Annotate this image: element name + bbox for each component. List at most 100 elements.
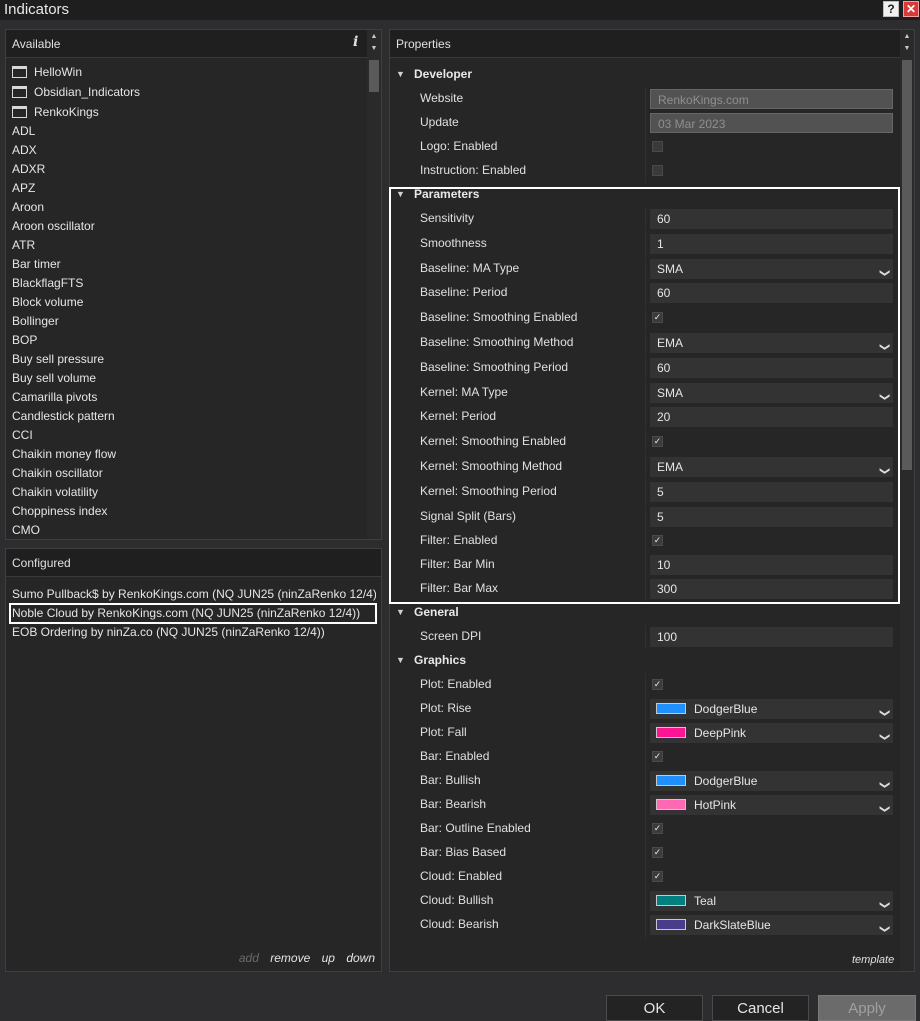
property-dropdown[interactable]: EMA ❯ <box>650 457 893 477</box>
indicator-item[interactable]: Camarilla pivots <box>6 388 366 407</box>
column-divider <box>645 840 646 865</box>
indicator-item[interactable]: ADX <box>6 141 366 160</box>
indicator-item[interactable]: BlackflagFTS <box>6 274 366 293</box>
available-list[interactable]: HelloWin Obsidian_Indicators RenkoKings AD… <box>6 62 366 567</box>
properties-scrollbar[interactable]: ▲ ▼ <box>900 30 914 971</box>
property-value-input[interactable]: 5 <box>650 481 893 502</box>
property-color-dropdown[interactable]: HotPink ❯ <box>650 794 893 815</box>
property-label: Plot: Rise <box>420 700 472 715</box>
indicator-item[interactable]: Bar timer <box>6 255 366 274</box>
property-checkbox[interactable]: ✓ <box>652 678 663 690</box>
indicator-item[interactable]: ADXR <box>6 160 366 179</box>
indicator-item[interactable]: Bollinger <box>6 312 366 331</box>
color-name: DarkSlateBlue <box>694 917 771 932</box>
indicator-item[interactable]: Chaikin oscillator <box>6 464 366 483</box>
property-value-input[interactable]: 60 <box>650 209 893 229</box>
scroll-down-icon[interactable]: ▼ <box>367 43 381 55</box>
folder-item[interactable]: RenkoKings <box>6 102 366 122</box>
property-row: Bar: Bullish DodgerBlue ❯ <box>390 768 900 793</box>
property-checkbox[interactable]: ✓ <box>652 750 663 762</box>
property-checkbox[interactable]: ✓ <box>652 312 663 324</box>
indicator-item[interactable]: Candlestick pattern <box>6 407 366 426</box>
property-color-dropdown[interactable]: DarkSlateBlue ❯ <box>650 914 893 935</box>
indicator-item[interactable]: Chaikin money flow <box>6 445 366 464</box>
indicator-item[interactable]: Buy sell pressure <box>6 350 366 369</box>
property-dropdown[interactable]: SMA ❯ <box>650 382 893 403</box>
collapse-arrow-icon[interactable]: ▼ <box>396 69 405 79</box>
property-value-input[interactable]: 100 <box>650 626 893 647</box>
property-color-dropdown[interactable]: DodgerBlue ❯ <box>650 770 893 791</box>
indicator-item[interactable]: CCI <box>6 426 366 445</box>
indicator-item[interactable]: ADL <box>6 122 366 141</box>
indicator-item[interactable]: Chaikin volatility <box>6 483 366 502</box>
property-checkbox[interactable] <box>652 141 663 152</box>
configured-item[interactable]: EOB Ordering by ninZa.co (NQ JUN25 (ninZ… <box>10 623 376 642</box>
property-checkbox[interactable] <box>652 165 663 176</box>
property-value-input[interactable]: 10 <box>650 554 893 575</box>
category-developer[interactable]: ▼ Developer <box>390 63 900 87</box>
down-link[interactable]: down <box>346 951 375 965</box>
indicator-item[interactable]: ATR <box>6 236 366 255</box>
chevron-down-icon: ❯ <box>878 780 890 789</box>
template-link[interactable]: template <box>852 954 894 966</box>
column-divider <box>645 528 646 553</box>
properties-header: Properties <box>390 30 914 58</box>
configured-item[interactable]: Sumo Pullback$ by RenkoKings.com (NQ JUN… <box>10 585 376 604</box>
column-divider <box>645 159 646 183</box>
indicator-item[interactable]: CMO <box>6 521 366 540</box>
close-button[interactable]: ✕ <box>903 1 919 17</box>
property-checkbox[interactable]: ✓ <box>652 822 663 834</box>
indicator-item[interactable]: Aroon <box>6 198 366 217</box>
apply-button[interactable]: Apply <box>818 995 916 1021</box>
indicator-item[interactable]: Aroon oscillator <box>6 217 366 236</box>
configured-item[interactable]: Noble Cloud by RenkoKings.com (NQ JUN25 … <box>9 603 377 624</box>
property-value-input[interactable]: 20 <box>650 407 893 428</box>
indicator-item[interactable]: BOP <box>6 331 366 350</box>
indicator-item[interactable]: Buy sell volume <box>6 369 366 388</box>
category-parameters[interactable]: ▼ Parameters <box>390 183 900 207</box>
available-scrollbar[interactable]: ▲ ▼ <box>367 30 381 539</box>
property-checkbox[interactable]: ✓ <box>652 870 663 882</box>
color-name: DodgerBlue <box>694 701 758 716</box>
category-graphics[interactable]: ▼ Graphics <box>390 649 900 673</box>
ok-button[interactable]: OK <box>606 995 703 1021</box>
category-general[interactable]: ▼ General <box>390 601 900 625</box>
configured-list[interactable]: Sumo Pullback$ by RenkoKings.com (NQ JUN… <box>9 585 377 642</box>
property-checkbox[interactable]: ✓ <box>652 846 663 858</box>
folder-item[interactable]: Obsidian_Indicators <box>6 82 366 102</box>
property-label: Baseline: MA Type <box>420 260 520 275</box>
scroll-up-icon[interactable]: ▲ <box>367 31 381 43</box>
property-checkbox[interactable]: ✓ <box>652 436 663 448</box>
scroll-thumb[interactable] <box>369 60 379 92</box>
property-dropdown[interactable]: SMA ❯ <box>650 258 893 279</box>
property-color-dropdown[interactable]: DeepPink ❯ <box>650 722 893 743</box>
property-value-input[interactable]: 60 <box>650 283 893 304</box>
indicator-item[interactable]: APZ <box>6 179 366 198</box>
property-value-input[interactable]: 60 <box>650 357 893 378</box>
indicator-item[interactable]: Choppiness index <box>6 502 366 521</box>
property-dropdown[interactable]: EMA ❯ <box>650 333 893 353</box>
collapse-arrow-icon[interactable]: ▼ <box>396 189 405 199</box>
up-link[interactable]: up <box>322 951 335 965</box>
property-color-dropdown[interactable]: DodgerBlue ❯ <box>650 698 893 719</box>
indicator-item[interactable]: Block volume <box>6 293 366 312</box>
cancel-button[interactable]: Cancel <box>712 995 809 1021</box>
scroll-thumb[interactable] <box>902 60 912 470</box>
scroll-down-icon[interactable]: ▼ <box>900 43 914 55</box>
property-row: Screen DPI 100 <box>390 624 900 649</box>
property-checkbox[interactable]: ✓ <box>652 534 663 546</box>
folder-item[interactable]: HelloWin <box>6 62 366 82</box>
collapse-arrow-icon[interactable]: ▼ <box>396 655 405 665</box>
property-value-input[interactable]: 5 <box>650 506 893 527</box>
info-icon[interactable]: i <box>353 34 358 50</box>
property-color-dropdown[interactable]: Teal ❯ <box>650 890 893 911</box>
add-link[interactable]: add <box>239 951 259 965</box>
property-value-input[interactable]: 300 <box>650 578 893 599</box>
dropdown-value: SMA <box>657 385 684 400</box>
property-value-input[interactable]: 1 <box>650 233 893 254</box>
collapse-arrow-icon[interactable]: ▼ <box>396 607 405 617</box>
help-button[interactable]: ? <box>883 1 899 17</box>
remove-link[interactable]: remove <box>270 951 310 965</box>
scroll-up-icon[interactable]: ▲ <box>900 31 914 43</box>
property-label: Filter: Bar Min <box>420 556 495 571</box>
